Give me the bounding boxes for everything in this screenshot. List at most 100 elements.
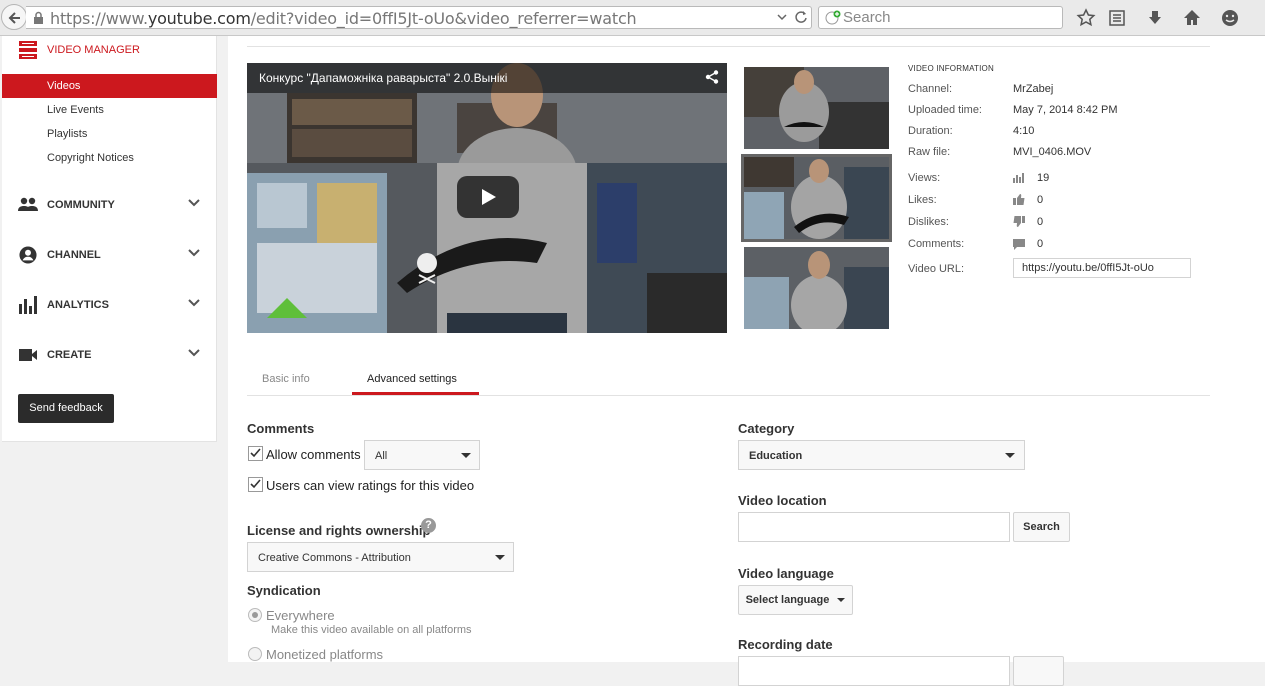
video-location-input[interactable] [738,512,1010,542]
divider [247,46,1210,47]
bookmark-star-icon[interactable] [1076,8,1096,28]
dislikes-value: 0 [1037,216,1044,228]
thumbs-up-icon [1013,194,1025,205]
monetized-platforms-label: Monetized platforms [266,647,384,662]
video-manager-header[interactable]: VIDEO MANAGER [2,36,217,64]
share-icon[interactable] [705,70,719,84]
search-engine-icon [825,10,841,25]
thumbnail-image [744,157,889,239]
active-tab-indicator [352,392,479,395]
chevron-down-icon [188,199,200,207]
thumbnail-option-1[interactable] [744,67,889,149]
url-text: https://www.youtube.com/edit?video_id=0f… [50,9,637,28]
allow-comments-checkbox[interactable] [248,446,263,461]
thumbnail-image [744,67,889,149]
allow-comments-label[interactable]: Allow comments [266,447,361,462]
people-icon [18,197,38,211]
location-search-button[interactable]: Search [1013,512,1070,542]
home-icon[interactable] [1182,8,1202,28]
raw-file-value: MVI_0406.MOV [1013,146,1092,158]
checkmark-icon [250,448,261,458]
category-heading: Category [738,421,795,436]
uploaded-value: May 7, 2014 8:42 PM [1013,104,1118,116]
video-url-label: Video URL: [908,263,965,275]
account-icon [19,246,37,264]
thumbs-down-icon [1013,216,1025,227]
thumbnail-option-3[interactable] [744,247,889,329]
sidebar-section-analytics[interactable]: ANALYTICS [2,290,217,320]
dropdown-arrow-icon[interactable] [777,13,787,21]
video-location-heading: Video location [738,493,827,508]
browser-search-bar[interactable]: Search [818,6,1063,29]
sidebar-section-label: COMMUNITY [47,199,115,211]
thumbnail-image [744,247,889,329]
likes-label: Likes: [908,194,937,206]
sidebar-item-live-events[interactable]: Live Events [2,98,217,122]
recording-date-input[interactable] [738,656,1010,686]
everywhere-label: Everywhere [266,608,335,623]
view-ratings-label[interactable]: Users can view ratings for this video [266,478,474,493]
duration-label: Duration: [908,125,953,137]
player-title-bar: Конкурс "Дапаможніка раварыста" 2.0.Выні… [247,63,727,93]
video-title: Конкурс "Дапаможніка раварыста" 2.0.Выні… [259,71,508,85]
video-language-select[interactable]: Select language [738,585,853,615]
dropdown-caret-icon [1005,453,1015,458]
everywhere-radio[interactable] [248,608,262,622]
url-bar[interactable]: https://www.youtube.com/edit?video_id=0f… [26,6,812,29]
channel-label: Channel: [908,83,953,95]
sidebar-section-create[interactable]: CREATE [2,340,217,370]
tab-basic-info[interactable]: Basic info [262,373,310,385]
license-heading: License and rights ownership [247,523,431,538]
sidebar-item-videos[interactable]: Videos [2,74,217,98]
play-button[interactable] [457,176,519,218]
thumbnail-option-2[interactable] [741,154,892,242]
chevron-down-icon [188,349,200,357]
back-button[interactable] [1,4,27,30]
uploaded-label: Uploaded time: [908,104,982,116]
license-select[interactable]: Creative Commons - Attribution [247,542,514,572]
play-icon [482,189,496,205]
views-value: 19 [1037,172,1050,184]
recording-date-heading: Recording date [738,637,833,652]
license-select-value: Creative Commons - Attribution [258,552,411,564]
send-feedback-button[interactable]: Send feedback [18,394,114,423]
video-player[interactable]: Конкурс "Дапаможніка раварыста" 2.0.Выні… [247,63,727,333]
video-language-select-value: Select language [745,594,830,606]
browser-search-placeholder: Search [843,9,891,26]
download-icon[interactable] [1145,8,1165,28]
sidebar-section-community[interactable]: COMMUNITY [2,190,217,220]
category-select[interactable]: Education [738,440,1025,470]
video-information-heading: VIDEO INFORMATION [908,64,994,73]
help-icon[interactable]: ? [421,518,436,533]
duration-value: 4:10 [1013,125,1035,137]
sidebar-item-label: Copyright Notices [47,152,134,164]
monetized-platforms-radio[interactable] [248,647,262,661]
views-icon [1013,173,1024,183]
channel-value[interactable]: MrZabej [1013,83,1053,95]
sidebar-item-label: Live Events [47,104,104,116]
video-manager-label: VIDEO MANAGER [47,44,140,56]
reload-icon[interactable] [794,10,808,24]
everywhere-description: Make this video available on all platfor… [271,624,472,636]
sidebar-item-label: Playlists [47,128,88,140]
sidebar-item-playlists[interactable]: Playlists [2,122,217,146]
sidebar-item-copyright-notices[interactable]: Copyright Notices [2,146,217,170]
sidebar-item-label: Videos [47,80,81,92]
recording-date-button[interactable] [1013,656,1064,686]
video-url-field[interactable]: https://youtu.be/0ffI5Jt-oUo [1013,258,1191,278]
video-edit-panel: Конкурс "Дапаможніка раварыста" 2.0.Выні… [228,36,1265,686]
video-manager-icon [19,41,37,59]
back-arrow-icon [8,12,20,24]
bar-chart-icon [19,296,37,314]
tab-advanced-settings[interactable]: Advanced settings [367,373,457,385]
lock-icon [34,11,43,24]
reading-list-icon[interactable] [1107,8,1127,28]
sidebar-section-label: CHANNEL [47,249,101,261]
allow-comments-select[interactable]: All [364,440,480,470]
chat-icon[interactable] [1220,8,1240,28]
dropdown-caret-icon [461,453,471,458]
sidebar-section-label: ANALYTICS [47,299,109,311]
view-ratings-checkbox[interactable] [248,477,263,492]
category-select-value: Education [749,450,803,462]
sidebar-section-channel[interactable]: CHANNEL [2,240,217,270]
